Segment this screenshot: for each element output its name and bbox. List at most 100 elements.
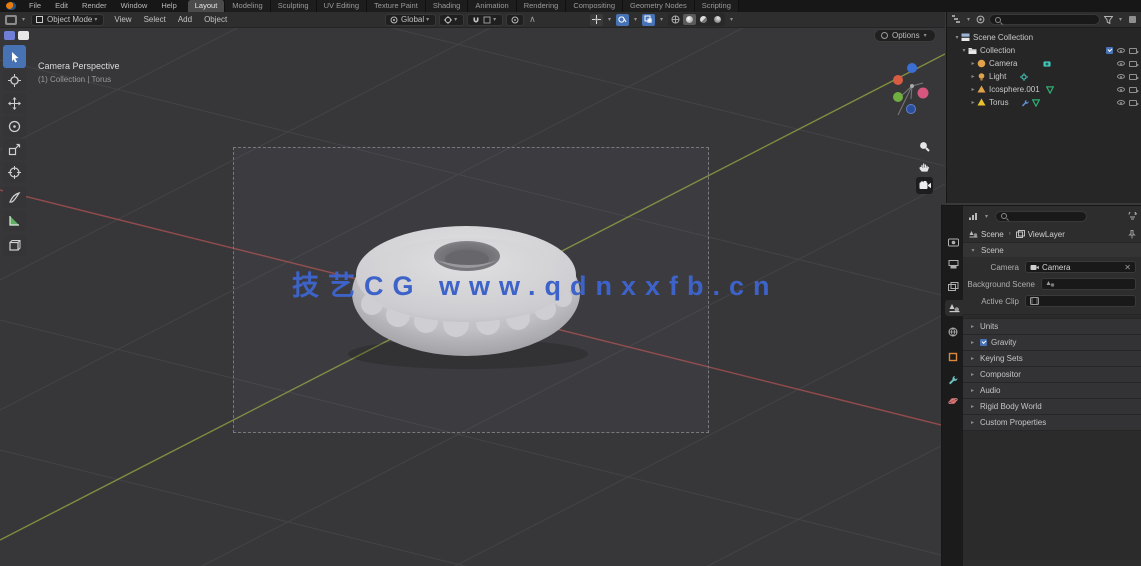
breadcrumb-scene[interactable]: Scene (969, 230, 1004, 239)
zoom-view-button[interactable] (916, 138, 933, 155)
hide-in-viewport-icon[interactable] (1117, 48, 1125, 53)
outliner-row-light[interactable]: ▸ Light (947, 70, 1141, 83)
clear-camera-icon[interactable]: ✕ (1124, 263, 1131, 272)
tool-rotate[interactable] (3, 116, 26, 137)
shading-wireframe-button[interactable] (669, 14, 682, 25)
panel-keying-sets[interactable]: ▸ Keying Sets (963, 350, 1141, 366)
properties-tab-render[interactable] (945, 234, 961, 250)
properties-editor-icon[interactable] (968, 212, 978, 221)
tool-scale[interactable] (3, 139, 26, 160)
tool-add-cube[interactable] (3, 235, 26, 256)
properties-tab-view-layer[interactable] (945, 278, 961, 294)
tab-geometry-nodes[interactable]: Geometry Nodes (623, 0, 695, 12)
pin-icon[interactable] (1128, 229, 1136, 239)
tab-texture-paint[interactable]: Texture Paint (367, 0, 426, 12)
falloff-icon[interactable]: ∧ (529, 14, 536, 25)
show-gizmo-toggle[interactable] (589, 13, 603, 26)
tool-move[interactable] (3, 93, 26, 114)
show-overlays-toggle[interactable] (615, 13, 629, 26)
outliner-search-input[interactable] (989, 14, 1100, 25)
properties-tab-object[interactable] (945, 349, 961, 365)
filter-icon[interactable] (1103, 15, 1113, 24)
tab-rendering[interactable]: Rendering (516, 0, 567, 12)
blender-logo-icon[interactable] (6, 2, 16, 10)
transform-orientation-dropdown[interactable]: Global ▾ (385, 13, 437, 26)
outliner-row-scene-collection[interactable]: ▾ Scene Collection (947, 31, 1141, 44)
display-mode-icon[interactable] (976, 15, 985, 24)
tab-layout[interactable]: Layout (187, 0, 226, 12)
move-view-button[interactable] (916, 158, 933, 175)
filter-options-icon[interactable] (1128, 211, 1137, 221)
outliner-row-collection[interactable]: ▾ Collection (947, 44, 1141, 57)
collection-exclude-checkbox[interactable] (1106, 47, 1113, 54)
panel-compositor[interactable]: ▸ Compositor (963, 366, 1141, 382)
axis-gizmo[interactable] (886, 54, 942, 136)
tab-modeling[interactable]: Modeling (225, 0, 271, 12)
editor-grid-icon[interactable] (4, 31, 15, 40)
options-dropdown[interactable]: Options ▾ (874, 29, 936, 42)
navigation-gizmo[interactable] (886, 54, 942, 214)
menu-help[interactable]: Help (154, 0, 183, 12)
disable-in-render-icon[interactable] (1129, 60, 1139, 67)
disable-in-render-icon[interactable] (1129, 99, 1139, 106)
tab-sculpting[interactable]: Sculpting (270, 0, 317, 12)
tab-shading[interactable]: Shading (425, 0, 469, 12)
panel-units[interactable]: ▸ Units (963, 318, 1141, 334)
mode-dropdown[interactable]: Object Mode ▾ (31, 13, 105, 26)
outliner-row-icosphere[interactable]: ▸ Icosphere.001 (947, 83, 1141, 96)
pivot-point-dropdown[interactable]: ▾ (439, 13, 465, 26)
panel-gravity[interactable]: ▸ Gravity (963, 334, 1141, 350)
hide-in-viewport-icon[interactable] (1117, 61, 1125, 66)
tool-select-box[interactable] (3, 45, 26, 68)
tool-transform[interactable] (3, 162, 26, 183)
tab-uv-editing[interactable]: UV Editing (316, 0, 368, 12)
tab-animation[interactable]: Animation (468, 0, 517, 12)
properties-tab-world[interactable] (945, 324, 961, 340)
snap-controls[interactable]: ▾ (467, 13, 504, 26)
properties-tab-physics[interactable] (945, 393, 961, 409)
scene-panel-header[interactable]: ▾ Scene (963, 242, 1141, 257)
camera-field-input[interactable]: Camera ✕ (1025, 261, 1136, 273)
panel-rigid-body-world[interactable]: ▸ Rigid Body World (963, 398, 1141, 414)
gravity-checkbox[interactable] (980, 339, 987, 346)
background-scene-input[interactable] (1041, 278, 1136, 290)
hide-in-viewport-icon[interactable] (1117, 100, 1125, 105)
menu-view[interactable]: View (108, 15, 137, 24)
properties-search-input[interactable] (995, 210, 1088, 222)
menu-edit[interactable]: Edit (48, 0, 75, 12)
menu-select[interactable]: Select (138, 15, 172, 24)
hide-in-viewport-icon[interactable] (1117, 74, 1125, 79)
panel-custom-properties[interactable]: ▸ Custom Properties (963, 414, 1141, 430)
tab-scripting[interactable]: Scripting (694, 0, 739, 12)
properties-tab-scene[interactable] (945, 300, 963, 316)
properties-tab-modifiers[interactable] (945, 372, 961, 388)
shading-rendered-button[interactable] (711, 14, 724, 25)
tool-settings-icon[interactable] (18, 31, 29, 40)
shading-material-button[interactable] (697, 14, 710, 25)
panel-audio[interactable]: ▸ Audio (963, 382, 1141, 398)
outliner-options-icon[interactable] (1128, 15, 1137, 24)
outliner-row-camera[interactable]: ▸ Camera (947, 57, 1141, 70)
breadcrumb-view-layer[interactable]: ViewLayer (1015, 230, 1065, 239)
menu-object[interactable]: Object (198, 15, 233, 24)
tool-annotate[interactable] (3, 187, 26, 208)
shading-solid-button[interactable] (682, 14, 696, 25)
menu-file[interactable]: File (22, 0, 48, 12)
editor-type-icon[interactable] (5, 14, 17, 25)
tab-compositing[interactable]: Compositing (566, 0, 623, 12)
disable-in-render-icon[interactable] (1129, 73, 1139, 80)
tool-measure[interactable] (3, 210, 26, 231)
active-clip-input[interactable] (1025, 295, 1136, 307)
menu-render[interactable]: Render (75, 0, 114, 12)
camera-view-button[interactable] (916, 177, 933, 194)
3d-viewport[interactable]: Options ▾ Camera Perspective (1) Collect… (0, 28, 945, 566)
menu-add[interactable]: Add (172, 15, 198, 24)
disable-in-render-icon[interactable] (1129, 86, 1139, 93)
outliner-row-torus[interactable]: ▸ Torus (947, 96, 1141, 109)
properties-tab-output[interactable] (945, 256, 961, 272)
hide-in-viewport-icon[interactable] (1117, 87, 1125, 92)
menu-window[interactable]: Window (114, 0, 155, 12)
proportional-editing-toggle[interactable] (506, 13, 525, 26)
tool-cursor[interactable] (3, 70, 26, 91)
outliner-editor-icon[interactable] (951, 15, 961, 24)
